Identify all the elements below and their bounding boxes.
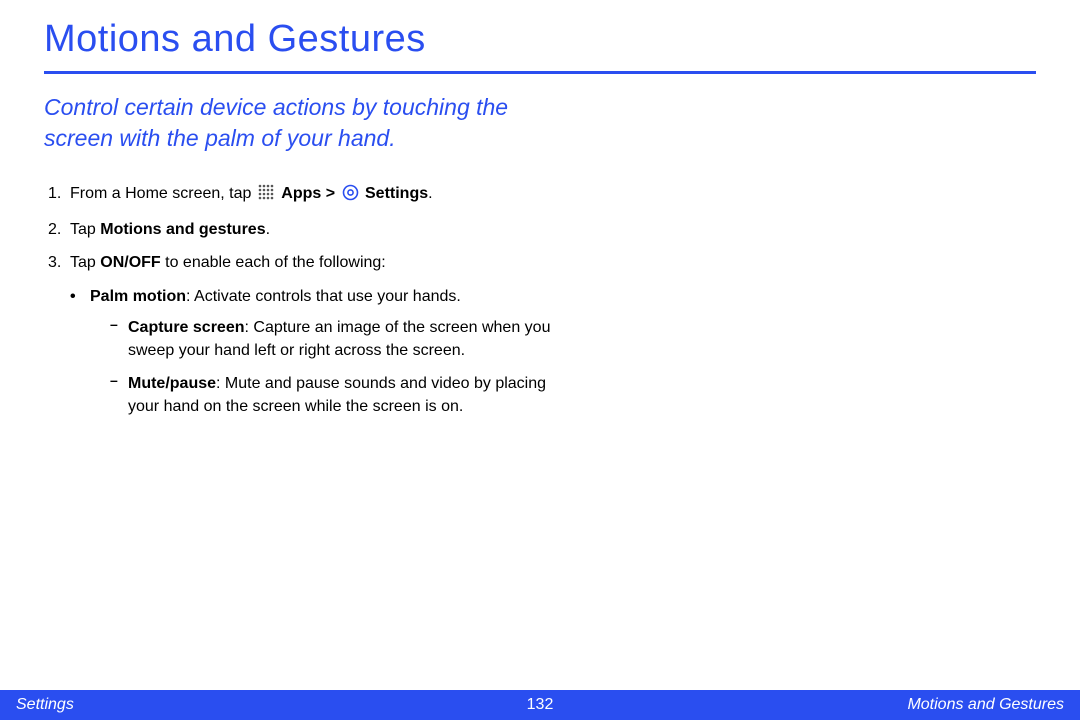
bullet-label: Palm motion (90, 288, 186, 305)
step-1: 1. From a Home screen, tap Apps > (44, 182, 564, 208)
bullet-text: : Activate controls that use your hands. (186, 288, 461, 305)
step-punct: . (428, 185, 432, 202)
steps-list: 1. From a Home screen, tap Apps > (44, 182, 564, 429)
subbullet-marker: – (110, 372, 128, 418)
subbullet-marker: – (110, 316, 128, 362)
apps-grid-icon (258, 184, 275, 208)
footer-left: Settings (16, 696, 365, 714)
subbullet-mute-pause: – Mute/pause: Mute and pause sounds and … (110, 372, 564, 418)
title-rule (44, 71, 1036, 74)
step-text: Tap (70, 221, 100, 238)
step-punct: . (266, 221, 270, 238)
bullet-marker: • (70, 285, 90, 429)
step-3: 3. Tap ON/OFF to enable each of the foll… (44, 251, 564, 274)
step-body: From a Home screen, tap Apps > (70, 182, 564, 208)
step-body: Tap Motions and gestures. (70, 218, 564, 241)
step-bold: ON/OFF (100, 254, 160, 271)
footer-page-number: 132 (365, 696, 714, 714)
bullet-list: • Palm motion: Activate controls that us… (70, 285, 564, 429)
page-title: Motions and Gestures (44, 18, 1036, 71)
subbullet-label: Mute/pause (128, 375, 216, 392)
subbullet-capture-screen: – Capture screen: Capture an image of th… (110, 316, 564, 362)
step-body: Tap ON/OFF to enable each of the followi… (70, 251, 564, 274)
footer-right: Motions and Gestures (715, 696, 1064, 714)
step-2: 2. Tap Motions and gestures. (44, 218, 564, 241)
step-text-post: to enable each of the following: (161, 254, 386, 271)
subbullet-body: Mute/pause: Mute and pause sounds and vi… (128, 372, 564, 418)
subbullet-body: Capture screen: Capture an image of the … (128, 316, 564, 362)
step-text: From a Home screen, tap (70, 185, 256, 202)
apps-label: Apps (281, 185, 321, 202)
bullet-body: Palm motion: Activate controls that use … (90, 285, 564, 429)
step-number: 1. (44, 182, 70, 208)
bullet-palm-motion: • Palm motion: Activate controls that us… (70, 285, 564, 429)
step-number: 2. (44, 218, 70, 241)
gt-separator: > (326, 185, 340, 202)
document-page: Motions and Gestures Control certain dev… (0, 0, 1080, 429)
page-footer: Settings 132 Motions and Gestures (0, 690, 1080, 720)
settings-gear-icon (342, 184, 359, 208)
subbullet-label: Capture screen (128, 319, 245, 336)
page-subtitle: Control certain device actions by touchi… (44, 92, 524, 154)
step-number: 3. (44, 251, 70, 274)
settings-label: Settings (365, 185, 428, 202)
step-text: Tap (70, 254, 100, 271)
step-bold: Motions and gestures (100, 221, 265, 238)
subbullet-list: – Capture screen: Capture an image of th… (110, 316, 564, 419)
